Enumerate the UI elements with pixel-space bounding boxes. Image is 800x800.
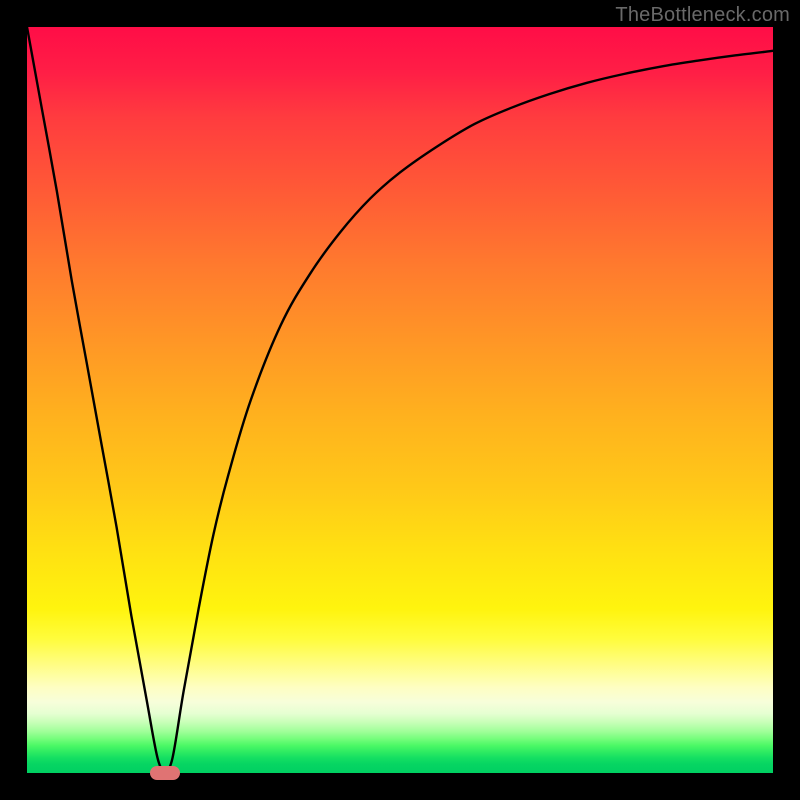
attribution-watermark: TheBottleneck.com (615, 4, 790, 27)
optimal-marker (150, 766, 180, 780)
curve-path (27, 27, 773, 773)
plot-area (27, 27, 773, 773)
bottleneck-curve (27, 27, 773, 773)
chart-frame: TheBottleneck.com (0, 0, 800, 800)
